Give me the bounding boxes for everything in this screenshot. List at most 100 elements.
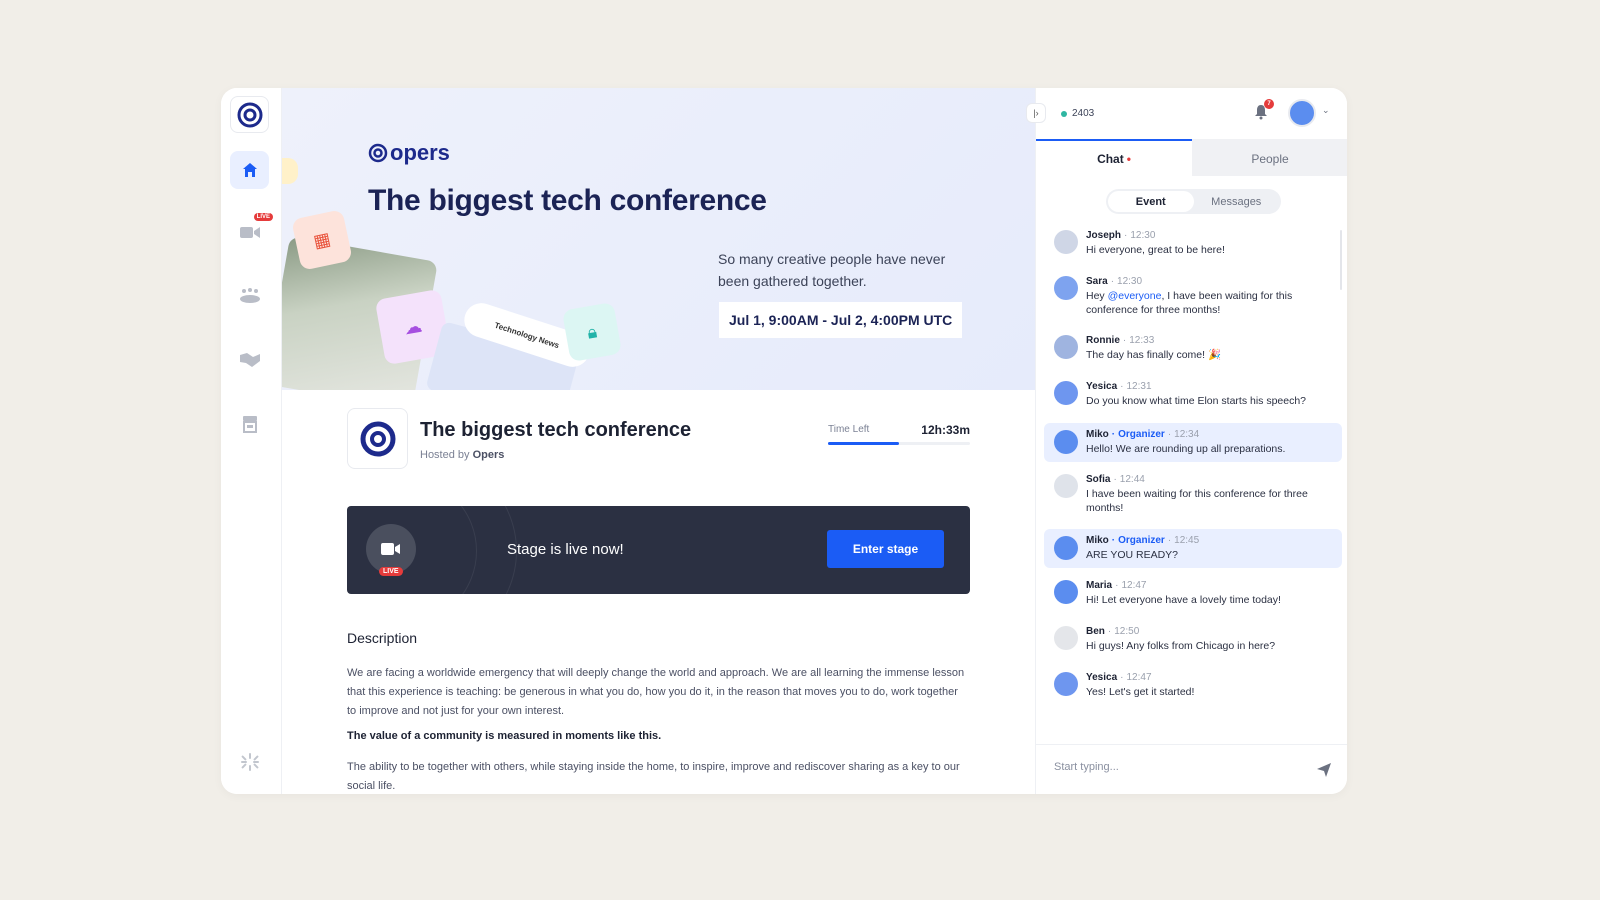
- tab-chat-label: Chat: [1097, 151, 1124, 166]
- chat-message: Yesica · 12:31 Do you know what time Elon s…: [1044, 377, 1342, 415]
- time-left-label: Time Left: [828, 424, 870, 435]
- organizer-badge: Organizer: [1118, 535, 1165, 546]
- time-separator: ·: [1107, 626, 1112, 637]
- sidebar-item-networking[interactable]: [230, 341, 269, 379]
- message-header: Miko · Organizer · 12:45: [1086, 535, 1334, 546]
- avatar[interactable]: [1054, 430, 1078, 454]
- avatar[interactable]: [1054, 580, 1078, 604]
- tile-star-icon: [282, 158, 298, 184]
- sender-name[interactable]: Ronnie: [1086, 335, 1120, 346]
- banner-title: The biggest tech conference: [368, 184, 767, 217]
- time-separator: ·: [1110, 276, 1115, 287]
- message-time: 12:30: [1130, 230, 1156, 241]
- description-paragraph: We are facing a worldwide emergency that…: [347, 667, 965, 717]
- stage-status: Stage is live now!: [507, 541, 624, 558]
- message-text: ARE YOU READY?: [1086, 549, 1179, 561]
- settings-spinner[interactable]: [230, 743, 269, 781]
- opers-logo-icon: [360, 421, 395, 456]
- message-text: The day has finally come! 🎉: [1086, 349, 1222, 361]
- tab-people[interactable]: People: [1192, 139, 1347, 176]
- chevron-down-icon[interactable]: ⌄: [1322, 105, 1330, 116]
- chat-message: Miko · Organizer · 12:34 Hello! We are roundi…: [1044, 423, 1342, 462]
- sender-name[interactable]: Sofia: [1086, 474, 1110, 485]
- tab-people-label: People: [1251, 151, 1289, 166]
- message-list: Joseph · 12:30 Hi everyone, great to be her…: [1044, 226, 1342, 714]
- message-header: Yesica · 12:31: [1086, 381, 1334, 392]
- collapse-icon: |›: [1033, 108, 1039, 118]
- text-part: Hey: [1086, 290, 1108, 302]
- sidebar-item-stage[interactable]: LIVE: [230, 213, 273, 251]
- live-badge: LIVE: [253, 213, 273, 221]
- opers-logo-icon: [368, 143, 388, 163]
- brand-logo: opers: [368, 140, 450, 166]
- tab-chat[interactable]: Chat •: [1036, 139, 1192, 176]
- hosted-by-label: Hosted by: [420, 449, 470, 461]
- message-header: Maria · 12:47: [1086, 580, 1334, 591]
- segment-event[interactable]: Event: [1108, 191, 1194, 212]
- enter-stage-button[interactable]: Enter stage: [827, 530, 944, 568]
- avatar[interactable]: [1054, 536, 1078, 560]
- message-text: Hi guys! Any folks from Chicago in here?: [1086, 640, 1276, 652]
- avatar[interactable]: [1054, 381, 1078, 405]
- sidebar-item-sessions[interactable]: [230, 276, 269, 314]
- event-title: The biggest tech conference: [420, 419, 692, 441]
- chat-message: Joseph · 12:30 Hi everyone, great to be her…: [1044, 226, 1342, 264]
- chat-composer: [1036, 744, 1347, 794]
- description-highlight: The value of a community is measured in …: [347, 730, 662, 742]
- online-dot-icon: [1061, 110, 1067, 117]
- sender-name[interactable]: Ben: [1086, 626, 1105, 637]
- sender-name[interactable]: Miko: [1086, 535, 1109, 546]
- sender-name[interactable]: Joseph: [1086, 230, 1121, 241]
- user-avatar[interactable]: [1288, 99, 1316, 127]
- message-time: 12:50: [1114, 626, 1140, 637]
- handshake-icon: [239, 353, 260, 367]
- sidebar-item-home[interactable]: [230, 151, 269, 189]
- sender-name[interactable]: Yesica: [1086, 672, 1117, 683]
- time-separator: ·: [1120, 381, 1124, 392]
- chat-message: Ronnie · 12:33 The day has finally come! 🎉: [1044, 331, 1342, 369]
- event-date-range: Jul 1, 9:00AM - Jul 2, 4:00PM UTC: [719, 302, 963, 338]
- avatar[interactable]: [1054, 230, 1078, 254]
- sender-name[interactable]: Yesica: [1086, 381, 1117, 392]
- time-separator: ·: [1167, 429, 1172, 440]
- send-icon[interactable]: [1316, 762, 1332, 778]
- event-banner: ▦ ☁ Technology News 🔒︎ opers The biggest…: [282, 88, 1035, 390]
- avatar[interactable]: [1054, 276, 1078, 300]
- time-separator: ·: [1115, 580, 1119, 591]
- chat-message: Maria · 12:47 Hi! Let everyone have a lovel…: [1044, 576, 1342, 614]
- chat-segment-control: Event Messages: [1106, 189, 1281, 214]
- role-separator: ·: [1111, 535, 1116, 546]
- time-separator: ·: [1167, 535, 1172, 546]
- time-left-value: 12h:33m: [921, 423, 970, 437]
- avatar[interactable]: [1054, 474, 1078, 498]
- lock-code-icon: 🔒︎: [561, 301, 623, 363]
- description-paragraph: The ability to be together with others, …: [347, 761, 960, 792]
- online-count-value: 2403: [1072, 108, 1095, 119]
- audience-icon: [239, 288, 260, 303]
- message-text: Hey @everyone, I have been waiting for t…: [1086, 289, 1334, 317]
- segment-messages[interactable]: Messages: [1194, 191, 1280, 212]
- sender-name[interactable]: Sara: [1086, 276, 1108, 287]
- opers-logo-icon: [237, 102, 262, 127]
- notifications-button[interactable]: 7: [1254, 99, 1274, 122]
- app-logo[interactable]: [230, 96, 269, 133]
- sidebar-item-expo[interactable]: [230, 405, 269, 443]
- sender-name[interactable]: Maria: [1086, 580, 1112, 591]
- chat-message-input[interactable]: [1054, 761, 1294, 773]
- mention-link[interactable]: @everyone: [1108, 290, 1162, 302]
- message-text: Do you know what time Elon starts his sp…: [1086, 395, 1307, 407]
- chat-message: Sofia · 12:44 I have been waiting for this …: [1044, 470, 1342, 521]
- avatar[interactable]: [1054, 626, 1078, 650]
- collapse-panel-button[interactable]: |›: [1026, 103, 1046, 123]
- chat-scrollbar[interactable]: [1340, 230, 1342, 290]
- message-text: Hi everyone, great to be here!: [1086, 244, 1225, 256]
- message-header: Ronnie · 12:33: [1086, 335, 1334, 346]
- sender-name[interactable]: Miko: [1086, 429, 1109, 440]
- message-header: Sara · 12:30: [1086, 276, 1334, 287]
- message-time: 12:44: [1119, 474, 1145, 485]
- avatar[interactable]: [1054, 335, 1078, 359]
- message-header: Ben · 12:50: [1086, 626, 1334, 637]
- avatar[interactable]: [1054, 672, 1078, 696]
- message-text: Hello! We are rounding up all preparatio…: [1086, 443, 1286, 455]
- host-name[interactable]: Opers: [473, 449, 505, 461]
